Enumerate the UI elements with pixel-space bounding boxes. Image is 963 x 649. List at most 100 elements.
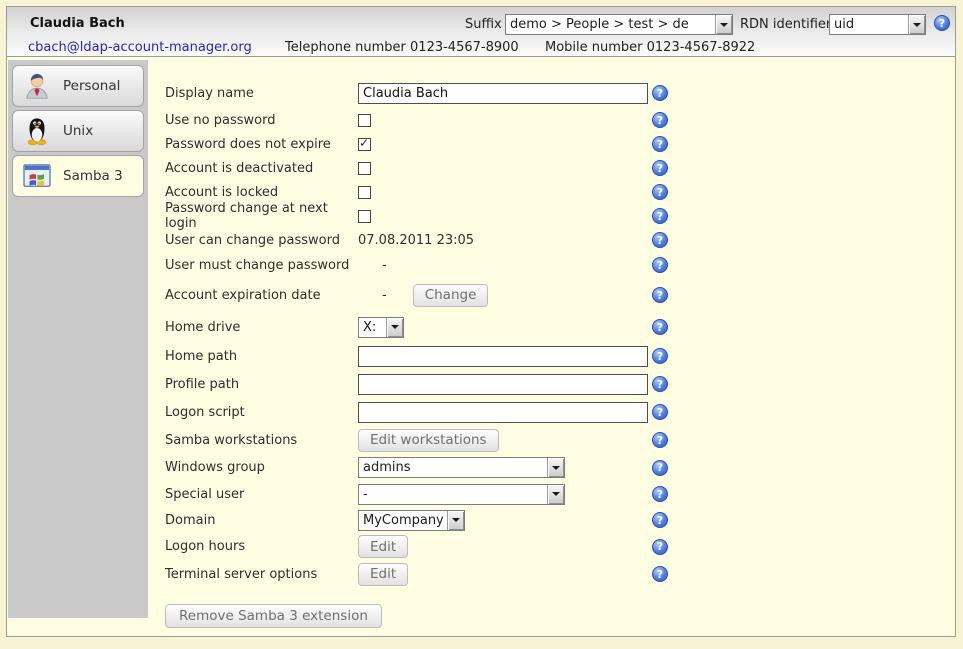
tab-samba3-label: Samba 3	[63, 168, 123, 184]
mobile-number: Mobile number 0123-4567-8922	[545, 40, 755, 55]
help-icon[interactable]: ?	[652, 208, 668, 224]
help-icon[interactable]: ?	[652, 404, 668, 420]
windows-group-select-value: admins	[359, 458, 547, 477]
help-icon[interactable]: ?	[652, 287, 668, 303]
user-can-change-pwd-label: User can change password	[165, 233, 358, 248]
user-must-change-pwd-label: User must change password	[165, 258, 358, 273]
row-home-drive: Home drive X: ?	[165, 312, 705, 342]
account-locked-checkbox[interactable]	[358, 186, 371, 199]
windows-group-select[interactable]: admins	[358, 457, 565, 478]
user-icon	[20, 69, 54, 103]
rdn-identifier-select[interactable]: uid	[829, 14, 926, 35]
row-home-path: Home path ?	[165, 342, 705, 370]
help-icon[interactable]: ?	[652, 232, 668, 248]
change-expiration-button[interactable]: Change	[413, 284, 489, 307]
remove-samba3-extension-button[interactable]: Remove Samba 3 extension	[165, 604, 382, 628]
display-name-label: Display name	[165, 86, 358, 101]
logon-script-input[interactable]	[358, 402, 648, 423]
edit-logon-hours-button[interactable]: Edit	[358, 535, 408, 558]
help-icon[interactable]: ?	[652, 348, 668, 364]
row-profile-path: Profile path ?	[165, 370, 705, 398]
help-icon[interactable]: ?	[652, 160, 668, 176]
domain-select-value: MyCompany	[359, 511, 447, 530]
row-user-can-change-pwd: User can change password 07.08.2011 23:0…	[165, 228, 705, 252]
row-account-expiration: Account expiration date - Change ?	[165, 278, 705, 312]
row-remove-extension: Remove Samba 3 extension	[165, 604, 705, 628]
samba3-form: Display name ? Use no password ? Passwor…	[165, 78, 705, 628]
account-deactivated-label: Account is deactivated	[165, 161, 358, 176]
chevron-down-icon	[547, 458, 564, 477]
module-tab-bar: Personal Unix	[8, 60, 148, 618]
use-no-password-label: Use no password	[165, 113, 358, 128]
home-drive-select-value: X:	[359, 318, 386, 337]
row-user-must-change-pwd: User must change password - ?	[165, 252, 705, 278]
chevron-down-icon	[386, 318, 403, 337]
row-windows-group: Windows group admins ?	[165, 454, 705, 481]
terminal-server-label: Terminal server options	[165, 567, 358, 582]
home-path-label: Home path	[165, 349, 358, 364]
row-pwd-change-next-login: Password change at next login ?	[165, 204, 705, 228]
password-no-expire-label: Password does not expire	[165, 137, 358, 152]
logon-script-label: Logon script	[165, 405, 358, 420]
special-user-select-value: -	[359, 485, 547, 504]
account-deactivated-checkbox[interactable]	[358, 162, 371, 175]
email-link[interactable]: cbach@ldap-account-manager.org	[28, 40, 252, 55]
row-samba-workstations: Samba workstations Edit workstations ?	[165, 426, 705, 454]
row-password-no-expire: Password does not expire ?	[165, 132, 705, 156]
domain-label: Domain	[165, 513, 358, 528]
row-account-deactivated: Account is deactivated ?	[165, 156, 705, 180]
tab-unix[interactable]: Unix	[12, 110, 144, 152]
help-icon[interactable]: ?	[652, 184, 668, 200]
row-logon-hours: Logon hours Edit ?	[165, 533, 705, 560]
display-name-input[interactable]	[358, 83, 648, 104]
account-expiration-label: Account expiration date	[165, 288, 358, 303]
logon-hours-label: Logon hours	[165, 539, 358, 554]
help-icon[interactable]: ?	[652, 432, 668, 448]
tab-personal[interactable]: Personal	[12, 65, 144, 107]
windows-logo-icon	[20, 159, 54, 193]
chevron-down-icon	[547, 485, 564, 504]
help-icon[interactable]: ?	[652, 486, 668, 502]
help-icon[interactable]: ?	[652, 112, 668, 128]
telephone-number: Telephone number 0123-4567-8900	[285, 40, 519, 55]
help-icon[interactable]: ?	[652, 376, 668, 392]
edit-workstations-button[interactable]: Edit workstations	[358, 429, 499, 452]
samba-workstations-label: Samba workstations	[165, 433, 358, 448]
tab-samba3[interactable]: Samba 3	[12, 155, 144, 197]
help-icon[interactable]: ?	[652, 257, 668, 273]
suffix-select[interactable]: demo > People > test > de	[505, 14, 733, 35]
special-user-label: Special user	[165, 487, 358, 502]
windows-group-label: Windows group	[165, 460, 358, 475]
help-icon[interactable]: ?	[652, 319, 668, 335]
account-edit-window: Claudia Bach Suffix demo > People > test…	[6, 6, 956, 637]
home-path-input[interactable]	[358, 346, 648, 367]
pwd-change-next-login-checkbox[interactable]	[358, 210, 371, 223]
help-icon[interactable]: ?	[652, 85, 668, 101]
suffix-label: Suffix	[465, 17, 502, 32]
profile-path-input[interactable]	[358, 374, 648, 395]
password-no-expire-checkbox[interactable]	[358, 138, 371, 151]
chevron-down-icon	[715, 15, 732, 34]
help-icon[interactable]: ?	[652, 539, 668, 555]
home-drive-select[interactable]: X:	[358, 317, 404, 338]
pwd-change-next-login-label: Password change at next login	[165, 201, 358, 231]
account-header: Claudia Bach Suffix demo > People > test…	[6, 6, 956, 57]
help-icon[interactable]: ?	[652, 460, 668, 476]
help-icon[interactable]: ?	[934, 15, 950, 31]
help-icon[interactable]: ?	[652, 136, 668, 152]
tux-penguin-icon	[20, 114, 54, 148]
help-icon[interactable]: ?	[652, 566, 668, 582]
content-panel: Personal Unix	[6, 57, 956, 637]
special-user-select[interactable]: -	[358, 484, 565, 505]
home-drive-label: Home drive	[165, 320, 358, 335]
row-display-name: Display name ?	[165, 78, 705, 108]
row-domain: Domain MyCompany ?	[165, 507, 705, 533]
tab-unix-label: Unix	[63, 123, 93, 139]
profile-path-label: Profile path	[165, 377, 358, 392]
domain-select[interactable]: MyCompany	[358, 510, 465, 531]
help-icon[interactable]: ?	[652, 512, 668, 528]
use-no-password-checkbox[interactable]	[358, 114, 371, 127]
rdn-identifier-label: RDN identifier	[740, 17, 831, 32]
edit-terminal-server-button[interactable]: Edit	[358, 563, 408, 586]
row-use-no-password: Use no password ?	[165, 108, 705, 132]
